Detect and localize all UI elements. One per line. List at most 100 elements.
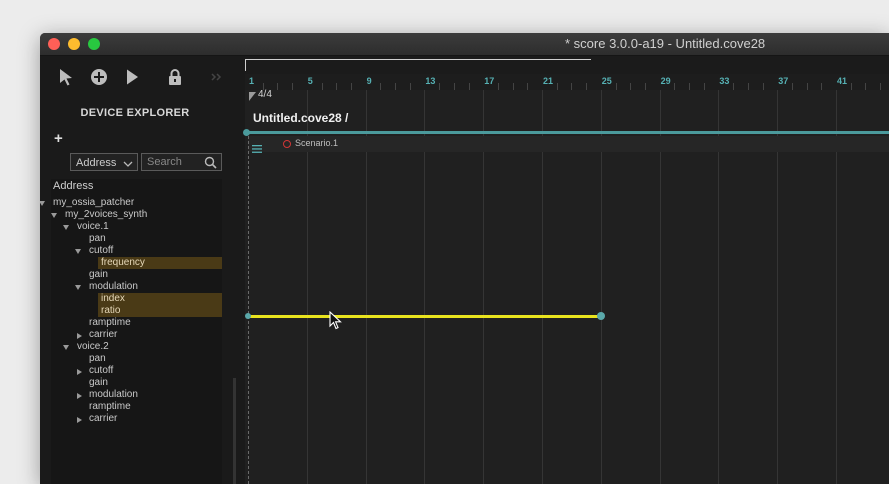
lock-icon[interactable] — [165, 66, 187, 88]
tree-item[interactable]: ramptime — [51, 317, 222, 329]
add-plus-icon[interactable] — [89, 66, 111, 88]
ruler-label: 41 — [837, 76, 848, 86]
tree-item[interactable]: index — [51, 293, 222, 305]
ruler-tick — [527, 83, 529, 90]
ruler-label: 1 — [249, 76, 255, 86]
expand-arrow-right-icon[interactable] — [77, 333, 82, 339]
tree-item[interactable]: carrier — [51, 413, 222, 425]
ruler-tick — [453, 83, 455, 90]
device-tree: Address my_ossia_patcher my_2voices_synth… — [40, 179, 222, 484]
menu-icon[interactable] — [252, 140, 262, 158]
tree-item[interactable]: my_2voices_synth — [51, 209, 222, 221]
ruler-label: 9 — [366, 76, 372, 86]
tree-item-label: modulation — [89, 389, 138, 400]
tree-item-label: carrier — [89, 413, 118, 424]
ruler-tick — [571, 83, 573, 90]
tree-item[interactable]: carrier — [51, 329, 222, 341]
tree-item[interactable]: my_ossia_patcher — [40, 197, 222, 209]
tree-item-label: my_2voices_synth — [65, 209, 148, 220]
tree-item-label: gain — [89, 377, 108, 388]
record-icon[interactable] — [283, 140, 291, 148]
process-title: Untitled.cove28 / — [253, 111, 349, 125]
expand-arrow-down-icon[interactable] — [63, 225, 69, 230]
tree-scrollbar[interactable] — [233, 378, 236, 484]
address-select[interactable]: Address — [70, 153, 138, 171]
expand-arrow-down-icon[interactable] — [75, 249, 81, 254]
tree-item[interactable]: frequency — [51, 257, 222, 269]
ruler-label: 25 — [601, 76, 612, 86]
playhead-dashed-line — [248, 136, 249, 484]
tree-item[interactable]: ratio — [51, 305, 222, 317]
search-icon[interactable] — [204, 156, 217, 175]
ruler-tick — [791, 83, 793, 90]
time-ruler[interactable]: 1 5 9 13 17 21 25 29 33 37 41 — [245, 74, 889, 90]
minimize-window-button[interactable] — [68, 38, 80, 50]
expand-arrow-down-icon[interactable] — [75, 285, 81, 290]
selected-interval[interactable] — [249, 315, 599, 318]
collapse-chevrons-icon[interactable] — [210, 66, 232, 88]
ruler-tick — [586, 83, 588, 90]
ruler-label: 33 — [719, 76, 730, 86]
tree-item[interactable]: cutoff — [51, 365, 222, 377]
tree-item[interactable]: voice.1 — [51, 221, 222, 233]
ruler-tick — [439, 83, 441, 90]
expand-arrow-right-icon[interactable] — [77, 417, 82, 423]
root-start-state[interactable] — [243, 129, 250, 136]
interval-start-state[interactable] — [245, 313, 251, 319]
root-interval-bar[interactable] — [248, 131, 889, 134]
search-input[interactable]: Search — [141, 153, 222, 171]
scenario-label: Scenario.1 — [295, 138, 339, 148]
score-view: 1 5 9 13 17 21 25 29 33 37 41 4/4 Untitled.cove28 … — [243, 56, 889, 484]
address-select-value: Address — [76, 157, 117, 169]
mouse-cursor-icon — [329, 310, 343, 336]
scenario-header[interactable]: Scenario.1 — [248, 136, 889, 153]
tree-column-header: Address — [53, 180, 94, 192]
tree-item[interactable]: pan — [51, 353, 222, 365]
play-icon[interactable] — [122, 66, 144, 88]
tree-item[interactable]: cutoff — [51, 245, 222, 257]
tree-item[interactable]: modulation — [51, 281, 222, 293]
ruler-label: 5 — [307, 76, 313, 86]
expand-arrow-down-icon[interactable] — [51, 213, 57, 218]
ruler-tick — [806, 83, 808, 90]
time-signature[interactable]: 4/4 — [258, 89, 272, 100]
timeline-minimap[interactable] — [245, 56, 889, 74]
device-explorer-panel: DEVICE EXPLORER + Address Search Address… — [40, 56, 245, 484]
minimap-range[interactable] — [245, 59, 591, 60]
interval-end-state[interactable] — [597, 312, 605, 320]
expand-arrow-right-icon[interactable] — [77, 369, 82, 375]
ruler-tick — [762, 83, 764, 90]
tree-item-label: my_ossia_patcher — [53, 197, 135, 208]
add-device-button[interactable]: + — [54, 131, 63, 147]
minimap-left-handle[interactable] — [245, 59, 246, 71]
ruler-label: 13 — [425, 76, 436, 86]
time-signature-flag-icon[interactable] — [249, 89, 257, 107]
tree-item[interactable]: voice.2 — [51, 341, 222, 353]
select-arrow-icon[interactable] — [56, 66, 78, 88]
zoom-window-button[interactable] — [88, 38, 100, 50]
ruler-tick — [615, 83, 617, 90]
tree-item[interactable]: modulation — [51, 389, 222, 401]
tree-item[interactable]: pan — [51, 233, 222, 245]
expand-arrow-down-icon[interactable] — [40, 201, 45, 206]
ruler-label: 37 — [778, 76, 789, 86]
ruler-tick — [674, 83, 676, 90]
ruler-tick — [380, 83, 382, 90]
tree-item[interactable]: gain — [51, 377, 222, 389]
tree-item-label: ramptime — [89, 401, 131, 412]
tree-item-label: ratio — [98, 305, 222, 317]
ruler-label: 29 — [660, 76, 671, 86]
ruler-tick — [865, 83, 867, 90]
chevron-down-icon — [123, 157, 133, 175]
expand-arrow-right-icon[interactable] — [77, 393, 82, 399]
tree-item-label: cutoff — [89, 365, 114, 376]
ruler-tick — [277, 83, 279, 90]
tree-item[interactable]: ramptime — [51, 401, 222, 413]
ruler-tick — [644, 83, 646, 90]
ruler-tick — [821, 83, 823, 90]
ruler-tick — [689, 83, 690, 90]
tree-item[interactable]: gain — [51, 269, 222, 281]
tree-item-label: pan — [89, 233, 106, 244]
close-window-button[interactable] — [48, 38, 60, 50]
expand-arrow-down-icon[interactable] — [63, 345, 69, 350]
